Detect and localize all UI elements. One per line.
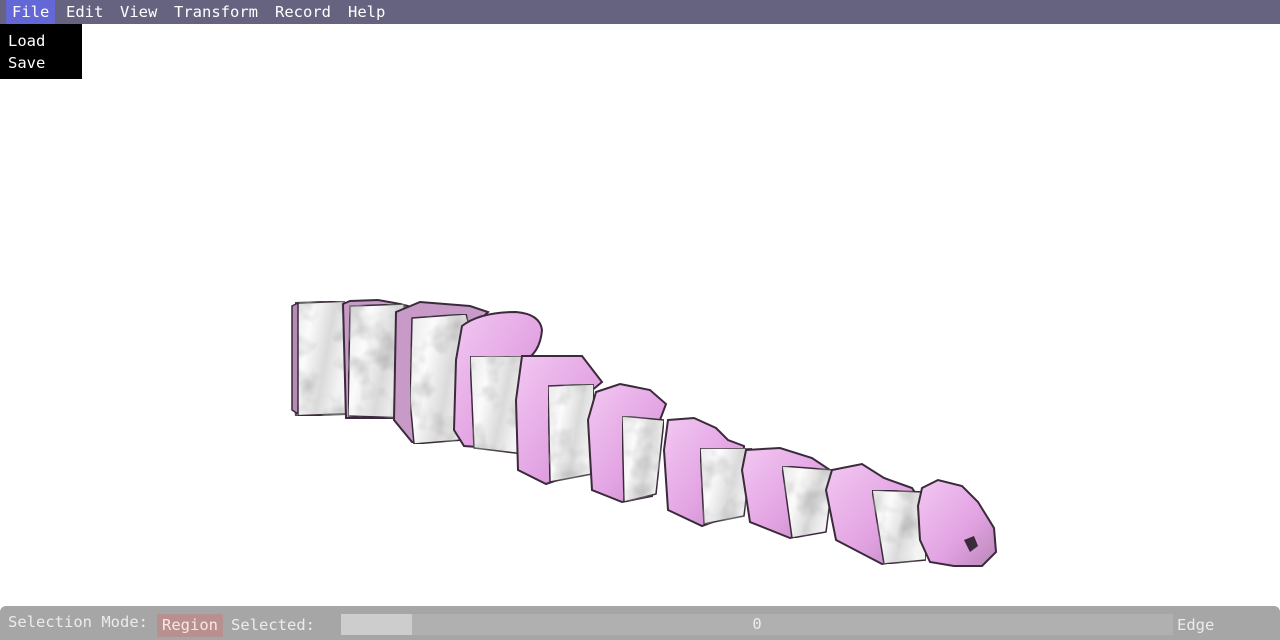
selected-label: Selected: bbox=[231, 616, 315, 634]
vertebra-8 bbox=[740, 446, 835, 540]
selection-mode-button[interactable]: Region bbox=[157, 614, 223, 637]
selected-count: 0 bbox=[752, 615, 762, 633]
vertebra-7 bbox=[662, 416, 753, 528]
menu-item-save[interactable]: Save bbox=[8, 53, 45, 73]
status-bar: Selection Mode: Region Selected: 0 Edge bbox=[0, 606, 1280, 640]
vertebra-6 bbox=[586, 382, 668, 504]
menu-view[interactable]: View bbox=[120, 0, 157, 24]
spine-mesh[interactable] bbox=[0, 24, 1280, 606]
vertebra-1 bbox=[291, 299, 348, 418]
edge-mode-label[interactable]: Edge bbox=[1177, 615, 1214, 635]
menu-file[interactable]: File bbox=[6, 0, 56, 24]
menu-record[interactable]: Record bbox=[275, 0, 331, 24]
selected-progress-bar: 0 bbox=[341, 614, 1173, 635]
vertebra-10 bbox=[916, 478, 998, 567]
3d-viewport[interactable] bbox=[0, 24, 1280, 606]
menu-edit[interactable]: Edit bbox=[66, 0, 103, 24]
menu-transform[interactable]: Transform bbox=[174, 0, 258, 24]
menu-help[interactable]: Help bbox=[348, 0, 385, 24]
selection-mode-label: Selection Mode: bbox=[8, 613, 148, 631]
file-dropdown-menu: Load Save bbox=[0, 24, 82, 79]
menu-item-load[interactable]: Load bbox=[8, 31, 45, 51]
vertebra-9 bbox=[824, 462, 927, 566]
menu-bar: File Edit View Transform Record Help bbox=[0, 0, 1280, 24]
